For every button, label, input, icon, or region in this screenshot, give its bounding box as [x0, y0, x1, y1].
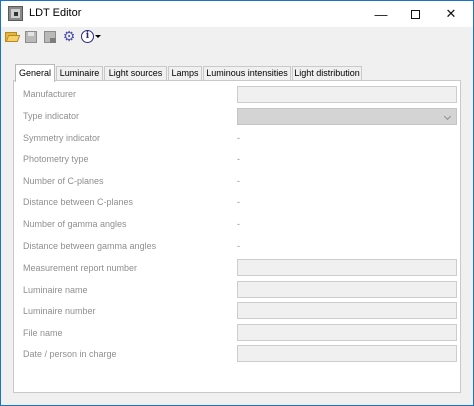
- symmetry-indicator-value: -: [237, 133, 240, 143]
- type-indicator-select[interactable]: [237, 108, 457, 125]
- info-icon: i: [81, 30, 94, 43]
- tab-lamps[interactable]: Lamps: [168, 66, 202, 81]
- number-of-c-planes-label: Number of C-planes: [23, 176, 104, 186]
- title-bar[interactable]: LDT Editor — ✕: [1, 1, 473, 27]
- tab-luminaire[interactable]: Luminaire: [56, 66, 103, 81]
- caret-down-icon: [95, 35, 101, 38]
- settings-gear-icon[interactable]: ⚙: [62, 29, 76, 43]
- tab-luminous-intensities[interactable]: Luminous intensities: [203, 66, 291, 81]
- photometry-type-label: Photometry type: [23, 154, 89, 164]
- number-of-gamma-angles-label: Number of gamma angles: [23, 219, 127, 229]
- info-dropdown-button[interactable]: i: [81, 30, 101, 43]
- distance-between-c-planes-value: -: [237, 197, 240, 207]
- luminaire-number-label: Luminaire number: [23, 306, 96, 316]
- date-person-in-charge-input[interactable]: [237, 345, 457, 362]
- tab-light-distribution[interactable]: Light distribution: [292, 66, 362, 81]
- minimize-icon: —: [374, 6, 388, 22]
- chevron-down-icon: [443, 112, 452, 121]
- luminaire-name-label: Luminaire name: [23, 285, 88, 295]
- tab-light-sources[interactable]: Light sources: [104, 66, 167, 81]
- measurement-report-number-label: Measurement report number: [23, 263, 138, 273]
- close-icon: ✕: [445, 6, 457, 21]
- luminaire-number-input[interactable]: [237, 302, 457, 319]
- distance-between-c-planes-label: Distance between C-planes: [23, 197, 134, 207]
- file-name-label: File name: [23, 328, 63, 338]
- folder-open-icon[interactable]: [5, 30, 21, 43]
- toolbar: ⚙ i: [1, 27, 473, 47]
- manufacturer-input[interactable]: [237, 86, 457, 103]
- save-as-icon[interactable]: [43, 30, 57, 43]
- distance-between-gamma-angles-label: Distance between gamma angles: [23, 241, 157, 251]
- close-button[interactable]: ✕: [430, 1, 472, 27]
- file-name-input[interactable]: [237, 324, 457, 341]
- save-icon[interactable]: [24, 30, 38, 43]
- symmetry-indicator-label: Symmetry indicator: [23, 133, 101, 143]
- number-of-c-planes-value: -: [237, 176, 240, 186]
- maximize-icon: [410, 9, 420, 19]
- measurement-report-number-input[interactable]: [237, 259, 457, 276]
- window-title: LDT Editor: [29, 7, 82, 19]
- type-indicator-label: Type indicator: [23, 111, 80, 121]
- photometry-type-value: -: [237, 154, 240, 164]
- number-of-gamma-angles-value: -: [237, 219, 240, 229]
- ldt-editor-window: LDT Editor — ✕ ⚙ i General Luminaire Lig…: [0, 0, 474, 406]
- app-icon: [8, 6, 23, 21]
- luminaire-name-input[interactable]: [237, 281, 457, 298]
- distance-between-gamma-angles-value: -: [237, 241, 240, 251]
- manufacturer-label: Manufacturer: [23, 89, 77, 99]
- tab-general[interactable]: General: [15, 64, 55, 82]
- date-person-in-charge-label: Date / person in charge: [23, 349, 117, 359]
